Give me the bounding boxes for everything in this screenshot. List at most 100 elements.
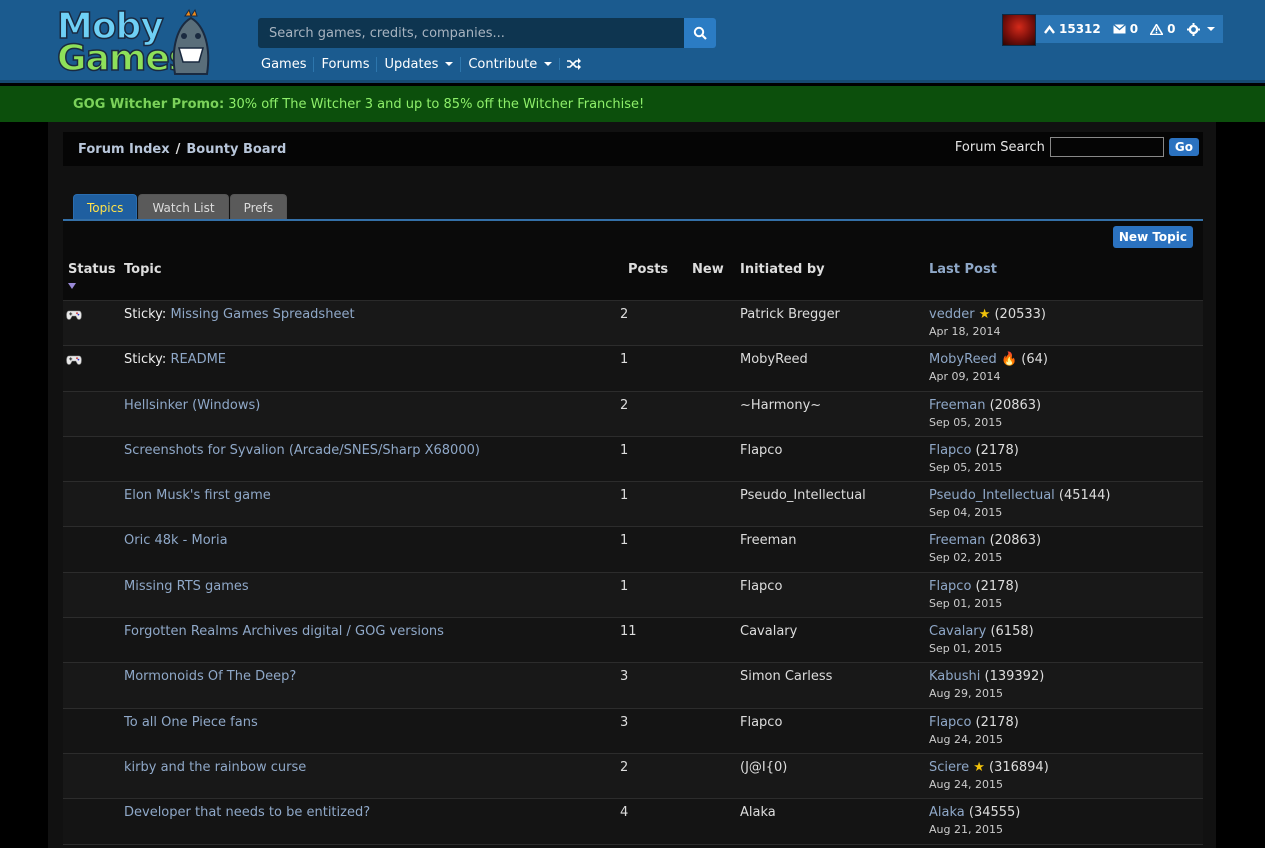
topic-link[interactable]: Screenshots for Syvalion (Arcade/SNES/Sh… bbox=[124, 443, 480, 458]
points-count: 15312 bbox=[1059, 22, 1101, 36]
last-post-user-link[interactable]: Pseudo_Intellectual bbox=[929, 488, 1055, 503]
col-posts[interactable]: Posts bbox=[628, 262, 668, 277]
last-post-cell: Freeman (20863) bbox=[929, 533, 1041, 548]
initiated-by[interactable]: ~Harmony~ bbox=[740, 398, 821, 413]
settings-menu[interactable] bbox=[1187, 22, 1216, 36]
points-indicator[interactable]: 15312 bbox=[1044, 22, 1101, 36]
posts-count: 2 bbox=[620, 397, 629, 413]
topic-link[interactable]: Missing RTS games bbox=[124, 579, 249, 594]
last-post-user-link[interactable]: Kabushi bbox=[929, 669, 980, 684]
initiated-by[interactable]: (J@I{0) bbox=[740, 760, 787, 775]
topic-cell: Screenshots for Syvalion (Arcade/SNES/Sh… bbox=[124, 443, 480, 458]
avatar[interactable] bbox=[1002, 14, 1036, 46]
search-button[interactable] bbox=[684, 18, 716, 48]
initiated-by[interactable]: Cavalary bbox=[740, 624, 797, 639]
last-post-user-link[interactable]: MobyReed bbox=[929, 352, 997, 367]
last-post-user-link[interactable]: Alaka bbox=[929, 805, 965, 820]
topic-link[interactable]: Missing Games Spreadsheet bbox=[170, 307, 354, 322]
nav-games-label: Games bbox=[261, 56, 307, 72]
initiated-by[interactable]: Flapco bbox=[740, 715, 782, 730]
last-post-cell: MobyReed 🔥 (64) bbox=[929, 352, 1048, 367]
breadcrumb-forum-index[interactable]: Forum Index bbox=[78, 142, 170, 157]
last-post-date: Apr 09, 2014 bbox=[929, 370, 1001, 384]
topic-link[interactable]: To all One Piece fans bbox=[124, 715, 258, 730]
sort-desc-icon[interactable] bbox=[68, 283, 76, 289]
forum-search-go-button[interactable]: Go bbox=[1168, 138, 1199, 156]
nav-random[interactable] bbox=[559, 58, 588, 70]
star-badge-icon: ★ bbox=[969, 760, 985, 775]
breadcrumb-bar: Forum Index / Bounty Board Forum Search … bbox=[63, 132, 1203, 166]
last-post-user-link[interactable]: Freeman bbox=[929, 398, 985, 413]
initiated-by[interactable]: Freeman bbox=[740, 533, 796, 548]
topic-link[interactable]: Hellsinker (Windows) bbox=[124, 398, 260, 413]
breadcrumb-bounty-board[interactable]: Bounty Board bbox=[186, 142, 286, 157]
caret-down-icon bbox=[544, 62, 553, 66]
initiated-by[interactable]: Pseudo_Intellectual bbox=[740, 488, 866, 503]
nav-forums[interactable]: Forums bbox=[313, 56, 376, 72]
topic-cell: Hellsinker (Windows) bbox=[124, 398, 260, 413]
initiated-by[interactable]: Alaka bbox=[740, 805, 776, 820]
posts-count: 2 bbox=[620, 759, 629, 775]
badge-glyph: ★ bbox=[978, 307, 991, 322]
topic-link[interactable]: kirby and the rainbow curse bbox=[124, 760, 306, 775]
new-topic-button[interactable]: New Topic bbox=[1112, 226, 1193, 248]
promo-banner[interactable]: GOG Witcher Promo: 30% off The Witcher 3… bbox=[0, 86, 1265, 122]
forum-search-input[interactable] bbox=[1049, 137, 1164, 157]
nav-forums-label: Forums bbox=[321, 56, 370, 72]
table-row: Missing RTS games 1 Flapco Flapco (2178) Sep… bbox=[63, 572, 1203, 619]
last-post-date: Sep 02, 2015 bbox=[929, 551, 1003, 565]
last-post-user-score: (2178) bbox=[971, 578, 1019, 594]
initiated-by[interactable]: MobyReed bbox=[740, 352, 808, 367]
nav-updates[interactable]: Updates bbox=[376, 56, 460, 72]
last-post-user-link[interactable]: vedder bbox=[929, 307, 975, 322]
initiated-by[interactable]: Flapco bbox=[740, 579, 782, 594]
envelope-icon bbox=[1112, 24, 1126, 34]
table-row: Sticky: Missing Games Spreadsheet 2 Patric… bbox=[63, 301, 1203, 347]
tab-prefs[interactable]: Prefs bbox=[229, 194, 288, 220]
last-post-user-score: (34555) bbox=[964, 805, 1021, 821]
last-post-date: Sep 01, 2015 bbox=[929, 642, 1003, 656]
chevron-up-icon bbox=[1044, 24, 1055, 34]
topic-link[interactable]: Mormonoids Of The Deep? bbox=[124, 669, 296, 684]
alerts-indicator[interactable]: 0 bbox=[1150, 22, 1175, 36]
topic-link[interactable]: Forgotten Realms Archives digital / GOG … bbox=[124, 624, 444, 639]
topic-link[interactable]: Elon Musk's first game bbox=[124, 488, 271, 503]
initiated-by[interactable]: Flapco bbox=[740, 443, 782, 458]
initiated-by[interactable]: Patrick Bregger bbox=[740, 307, 840, 322]
col-topic[interactable]: Topic bbox=[124, 262, 162, 277]
last-post-date: Aug 29, 2015 bbox=[929, 687, 1003, 701]
nav-contribute-label: Contribute bbox=[468, 56, 538, 72]
topic-link[interactable]: Oric 48k - Moria bbox=[124, 533, 228, 548]
sticky-label: Sticky: bbox=[124, 307, 171, 322]
last-post-date: Aug 24, 2015 bbox=[929, 732, 1003, 746]
badge-glyph: ★ bbox=[973, 759, 985, 775]
last-post-user-link[interactable]: Flapco bbox=[929, 715, 971, 730]
initiated-by[interactable]: Simon Carless bbox=[740, 669, 832, 684]
topic-link[interactable]: README bbox=[170, 352, 226, 367]
last-post-cell: Flapco (2178) bbox=[929, 443, 1019, 458]
table-row: Forgotten Realms Archives digital / GOG … bbox=[63, 618, 1203, 664]
col-initiated-by[interactable]: Initiated by bbox=[740, 262, 825, 277]
tab-topics[interactable]: Topics bbox=[73, 194, 138, 220]
last-post-user-link[interactable]: Flapco bbox=[929, 443, 971, 458]
mobygames-logo[interactable]: Moby Games bbox=[55, 4, 215, 80]
last-post-user-link[interactable]: Sciere bbox=[929, 760, 969, 775]
topic-cell: Oric 48k - Moria bbox=[124, 533, 228, 548]
col-last-post[interactable]: Last Post bbox=[929, 262, 997, 277]
nav-games[interactable]: Games bbox=[254, 57, 313, 72]
topic-cell: Missing RTS games bbox=[124, 579, 249, 594]
topic-link[interactable]: Developer that needs to be entitized? bbox=[124, 805, 370, 820]
col-status[interactable]: Status bbox=[68, 262, 116, 277]
topic-action-bar: New Topic bbox=[63, 221, 1203, 255]
tab-watch-list[interactable]: Watch List bbox=[138, 194, 229, 220]
promo-text: 30% off The Witcher 3 and up to 85% off … bbox=[228, 96, 645, 112]
last-post-user-link[interactable]: Flapco bbox=[929, 579, 971, 594]
messages-indicator[interactable]: 0 bbox=[1112, 22, 1138, 36]
breadcrumb: Forum Index / Bounty Board bbox=[78, 142, 286, 157]
last-post-user-link[interactable]: Cavalary bbox=[929, 624, 986, 639]
site-header: Moby Games Games Forums Updates Contribu… bbox=[0, 0, 1265, 83]
nav-contribute[interactable]: Contribute bbox=[460, 56, 559, 72]
search-input[interactable] bbox=[258, 18, 684, 48]
last-post-cell: Kabushi (139392) bbox=[929, 669, 1044, 684]
last-post-user-link[interactable]: Freeman bbox=[929, 533, 985, 548]
